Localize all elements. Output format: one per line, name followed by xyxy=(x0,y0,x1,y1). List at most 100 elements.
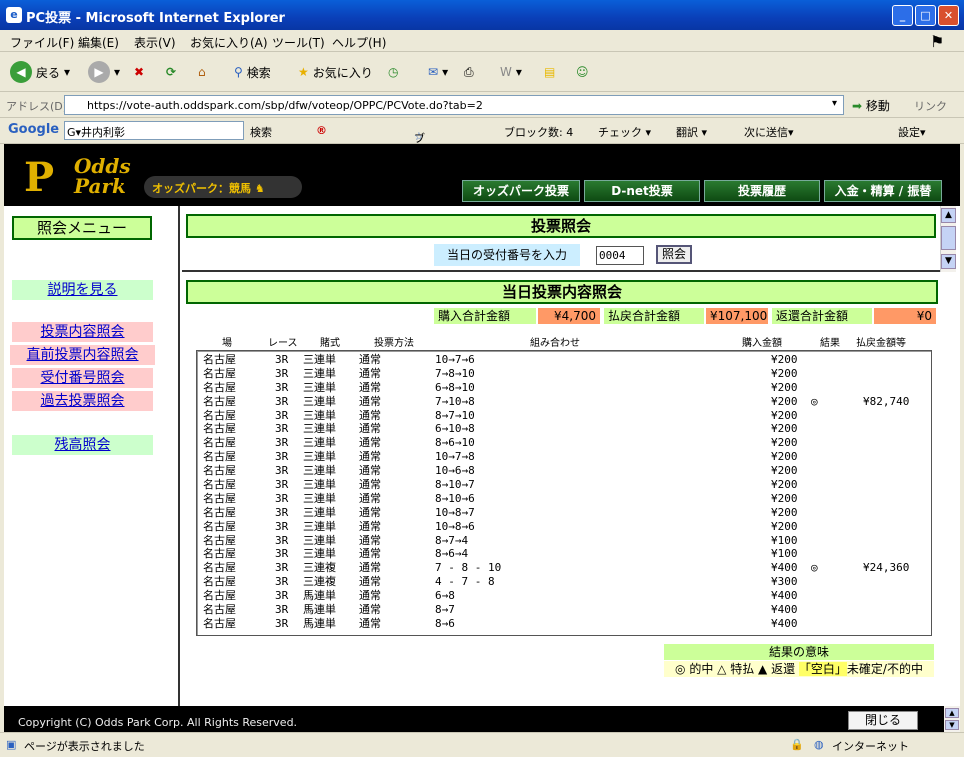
lock-icon: 🔒 xyxy=(790,738,804,751)
nav-oddspark-vote[interactable]: オッズパーク投票 xyxy=(462,180,580,202)
refresh-button[interactable]: ⟳ xyxy=(166,61,176,83)
footer-scroll-down-icon[interactable]: ▼ xyxy=(945,720,959,730)
table-cell: 通常 xyxy=(359,547,381,561)
table-cell: 3R xyxy=(275,519,289,533)
address-input[interactable]: https://vote-auth.oddspark.com/sbp/dfw/v… xyxy=(64,95,844,115)
table-cell: 3R xyxy=(275,408,289,422)
table-cell: 通常 xyxy=(359,519,381,533)
edit-button[interactable]: W ▾ xyxy=(500,61,522,83)
table-cell: ¥400 xyxy=(771,589,798,603)
table-cell: 3R xyxy=(275,533,289,547)
table-cell: 8→10→6 xyxy=(435,491,475,505)
table-cell: 名古屋 xyxy=(203,575,236,589)
google-search-button[interactable]: 検索 xyxy=(250,124,272,140)
forward-button[interactable]: ▶ ▾ xyxy=(88,61,120,83)
minimize-button[interactable]: _ xyxy=(892,5,913,26)
col-payout: 払戻金額等 xyxy=(856,338,906,349)
inquiry-button[interactable]: 照会 xyxy=(656,245,692,264)
go-button[interactable]: ➡ 移動 xyxy=(852,97,890,114)
spell-check-button[interactable]: チェック ▾ xyxy=(598,124,651,140)
menu-file[interactable]: ファイル(F) xyxy=(10,34,74,51)
stop-button[interactable]: ✖ xyxy=(134,61,144,83)
maximize-button[interactable]: □ xyxy=(915,5,936,26)
menu-edit[interactable]: 編集(E) xyxy=(78,34,119,51)
receipt-number-input[interactable]: 0004 xyxy=(596,246,644,265)
table-cell: 3R xyxy=(275,394,289,408)
sidebar-item-help[interactable]: 説明を見る xyxy=(12,280,153,300)
search-button[interactable]: ⚲ 検索 xyxy=(234,61,271,83)
back-button[interactable]: ◀ 戻る ▾ xyxy=(10,61,70,83)
popup-blocked-count[interactable]: ブロック数: 4 xyxy=(504,124,573,140)
legend-unsettled: 未確定/不的中 xyxy=(846,662,923,676)
table-row: 名古屋 3R 三連単 通常 10→7→8 ¥200 xyxy=(203,450,923,464)
sidebar-item-receipt-inquiry[interactable]: 受付番号照会 xyxy=(12,368,153,388)
mail-button[interactable]: ✉ ▾ xyxy=(428,61,448,83)
menu-favorites[interactable]: お気に入り(A) xyxy=(190,34,268,51)
sidebar-item-vote-inquiry[interactable]: 投票内容照会 xyxy=(12,322,153,342)
scroll-up-icon[interactable]: ▲ xyxy=(941,208,956,223)
table-cell: 通常 xyxy=(359,436,381,450)
inquiry-title: 投票照会 xyxy=(186,214,936,238)
discuss-button[interactable]: ▤ xyxy=(544,61,555,83)
table-cell: 三連単 xyxy=(303,436,336,450)
menu-view[interactable]: 表示(V) xyxy=(134,34,176,51)
scroll-thumb[interactable] xyxy=(941,226,956,250)
table-cell: ¥100 xyxy=(771,547,798,561)
table-row: 名古屋 3R 馬連単 通常 6→8 ¥400 xyxy=(203,589,923,603)
links-label[interactable]: リンク xyxy=(914,98,947,114)
google-search-input[interactable]: G▾井内利彰 xyxy=(64,121,244,140)
table-cell: 8→6→10 xyxy=(435,436,475,450)
favorites-button[interactable]: ★ お気に入り xyxy=(298,61,373,83)
home-button[interactable]: ⌂ xyxy=(198,61,206,83)
scroll-down-icon[interactable]: ▼ xyxy=(941,254,956,269)
footer-scroll-up-icon[interactable]: ▲ xyxy=(945,708,959,718)
table-cell: 通常 xyxy=(359,533,381,547)
address-label: アドレス(D) xyxy=(6,100,68,113)
table-cell: 3R xyxy=(275,380,289,394)
address-dropdown-icon[interactable]: ▾ xyxy=(832,98,837,109)
url-text: https://vote-auth.oddspark.com/sbp/dfw/v… xyxy=(87,99,483,112)
table-cell: 通常 xyxy=(359,380,381,394)
table-cell: ¥400 xyxy=(771,603,798,617)
table-row: 名古屋 3R 三連単 通常 7→10→8 ¥200 ◎ ¥82,740 xyxy=(203,395,923,409)
sidebar-item-balance[interactable]: 残高照会 xyxy=(12,435,153,455)
table-cell: 3R xyxy=(275,422,289,436)
table-cell: 馬連単 xyxy=(303,616,336,630)
table-cell: ¥200 xyxy=(771,353,798,366)
close-window-button[interactable]: ✕ xyxy=(938,5,959,26)
windows-flag-icon: ⚑ xyxy=(930,32,945,51)
table-cell: 名古屋 xyxy=(203,547,236,561)
table-cell: 名古屋 xyxy=(203,561,236,575)
history-button[interactable]: ◷ xyxy=(388,61,398,83)
nav-dnet-vote[interactable]: D-net投票 xyxy=(584,180,700,202)
note-icon: ▤ xyxy=(544,65,556,79)
col-result: 結果 xyxy=(820,338,840,349)
footer-scrollbar[interactable]: ▲ ▼ xyxy=(944,706,960,732)
print-button[interactable]: ⎙ xyxy=(464,61,474,83)
table-cell: 三連単 xyxy=(303,353,336,366)
menu-tools[interactable]: ツール(T) xyxy=(272,34,325,51)
messenger-button[interactable]: ☺ xyxy=(576,61,589,83)
page-content: P Odds Park オッズパーク：競馬 ♞ オッズパーク投票 D-net投票 … xyxy=(4,144,960,706)
table-cell: 三連複 xyxy=(303,575,336,589)
table-cell: 10→7→8 xyxy=(435,450,475,464)
nav-vote-history[interactable]: 投票履歴 xyxy=(704,180,820,202)
sidebar-item-recent-inquiry[interactable]: 直前投票内容照会 xyxy=(10,345,155,365)
table-cell: 通常 xyxy=(359,561,381,575)
table-cell: 8→6→4 xyxy=(435,547,469,561)
menu-help[interactable]: ヘルプ(H) xyxy=(332,34,386,51)
page-icon: ▣ xyxy=(6,738,17,751)
col-method: 投票方法 xyxy=(374,338,414,349)
send-to-button[interactable]: 次に送信▾ xyxy=(744,124,794,140)
settings-button[interactable]: 設定▾ xyxy=(898,124,926,140)
window-titlebar: e PC投票 - Microsoft Internet Explorer _ □… xyxy=(0,0,964,30)
sidebar-item-past-inquiry[interactable]: 過去投票照会 xyxy=(12,391,153,411)
close-page-button[interactable]: 閉じる xyxy=(848,711,918,730)
translate-button[interactable]: 翻訳 ▾ xyxy=(676,124,707,140)
inquiry-scrollbar[interactable]: ▲ ▼ xyxy=(940,206,956,272)
table-row: 名古屋 3R 三連単 通常 6→8→10 ¥200 xyxy=(203,381,923,395)
refund-total-value: ¥0 xyxy=(874,308,936,324)
status-text: ページが表示されました xyxy=(24,740,145,753)
globe-icon: ◍ xyxy=(814,738,824,751)
nav-deposit-settlement[interactable]: 入金・精算 / 振替 xyxy=(824,180,942,202)
